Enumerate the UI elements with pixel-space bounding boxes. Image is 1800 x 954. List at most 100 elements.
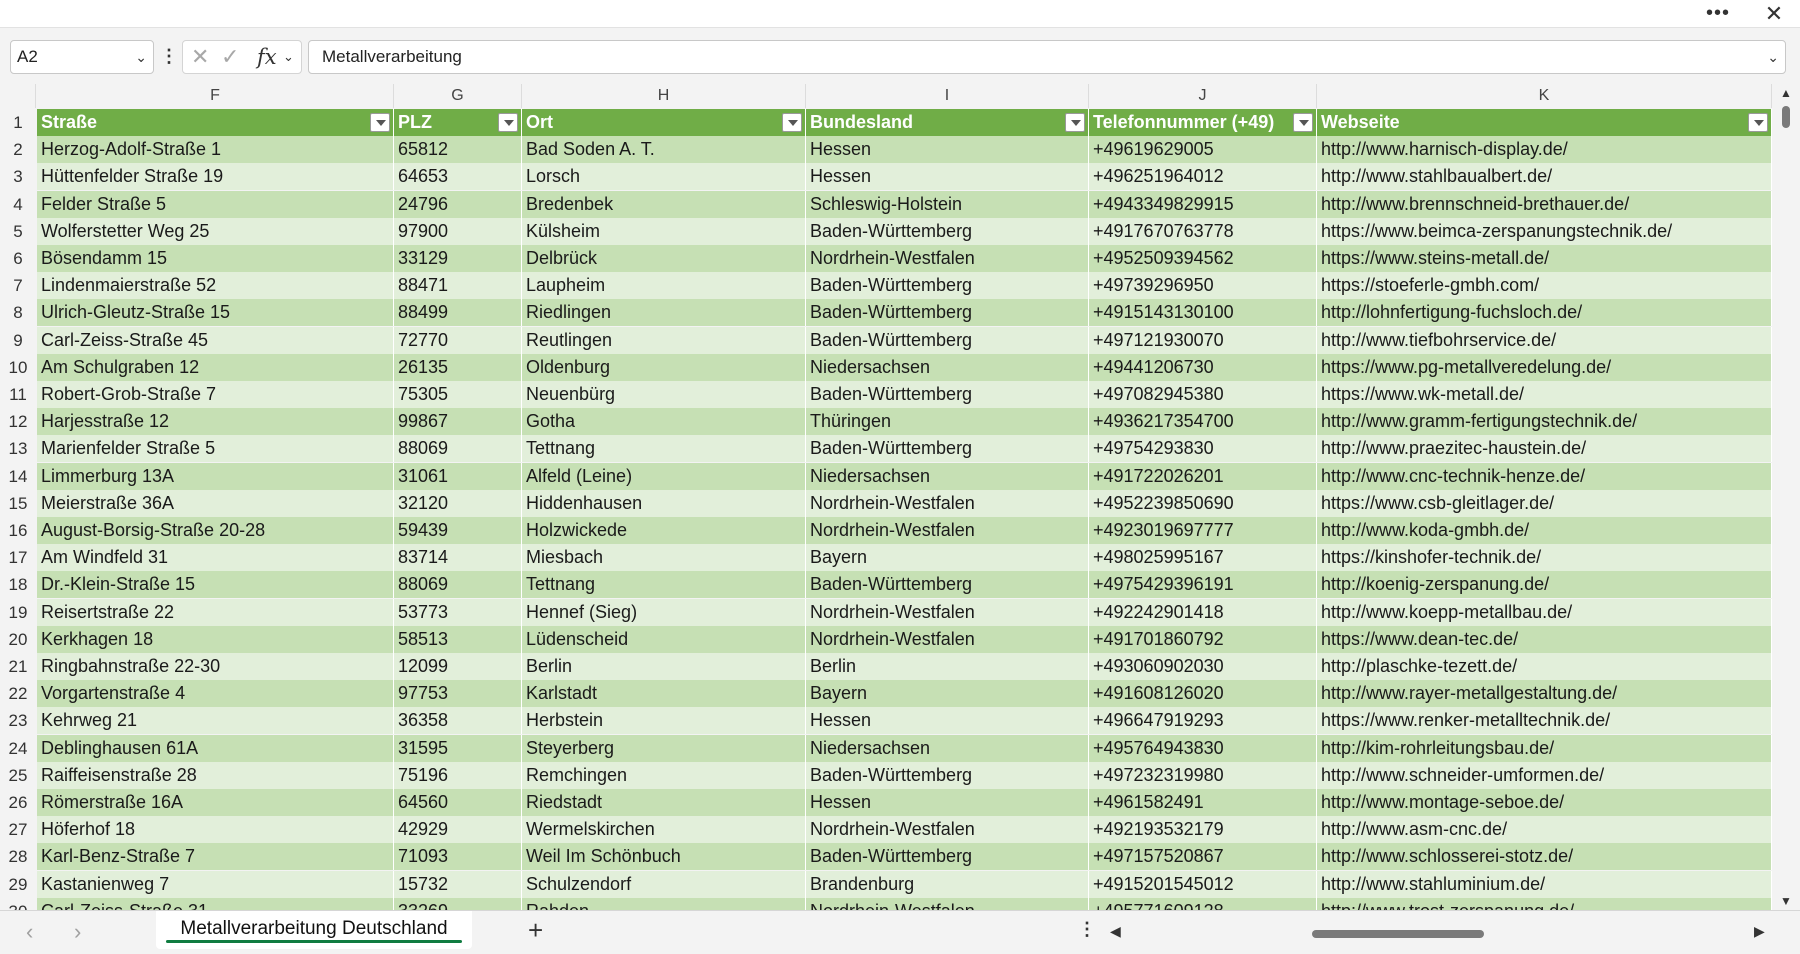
table-cell[interactable]: Nordrhein-Westfalen — [806, 816, 1089, 843]
filter-dropdown-icon[interactable] — [1293, 113, 1313, 132]
table-cell[interactable]: Deblinghausen 61A — [37, 735, 394, 762]
row-number[interactable]: 9 — [0, 327, 36, 354]
table-cell[interactable]: 97900 — [394, 218, 522, 245]
table-cell[interactable]: Nordrhein-Westfalen — [806, 490, 1089, 517]
table-cell[interactable]: Miesbach — [522, 544, 806, 571]
table-cell[interactable]: Nordrhein-Westfalen — [806, 245, 1089, 272]
chevron-down-icon[interactable]: ⌄ — [283, 41, 294, 73]
table-cell[interactable]: Lüdenscheid — [522, 626, 806, 653]
row-number[interactable]: 17 — [0, 544, 36, 571]
table-cell[interactable]: http://www.brennschneid-brethauer.de/ — [1317, 191, 1772, 218]
row-number[interactable]: 25 — [0, 762, 36, 789]
scroll-left-icon[interactable]: ◀ — [1110, 923, 1121, 940]
table-cell[interactable]: Karl-Benz-Straße 7 — [37, 843, 394, 870]
table-cell[interactable]: +4975429396191 — [1089, 571, 1317, 598]
table-cell[interactable]: +49441206730 — [1089, 354, 1317, 381]
table-cell[interactable]: Vorgartenstraße 4 — [37, 680, 394, 707]
table-cell[interactable]: https://www.wk-metall.de/ — [1317, 381, 1772, 408]
table-cell[interactable]: http://koenig-zerspanung.de/ — [1317, 571, 1772, 598]
row-number[interactable]: 19 — [0, 599, 36, 626]
column-header-i[interactable]: I — [806, 84, 1089, 108]
table-cell[interactable]: Lorsch — [522, 163, 806, 190]
table-cell[interactable]: http://kim-rohrleitungsbau.de/ — [1317, 735, 1772, 762]
table-cell[interactable]: 71093 — [394, 843, 522, 870]
table-cell[interactable]: Laupheim — [522, 272, 806, 299]
row-number[interactable]: 30 — [0, 898, 36, 910]
table-cell[interactable]: +492193532179 — [1089, 816, 1317, 843]
table-cell[interactable]: +4952509394562 — [1089, 245, 1317, 272]
table-cell[interactable]: http://www.gramm-fertigungstechnik.de/ — [1317, 408, 1772, 435]
table-cell[interactable]: https://stoeferle-gmbh.com/ — [1317, 272, 1772, 299]
horizontal-scroll-thumb[interactable] — [1312, 930, 1484, 938]
table-cell[interactable]: +496251964012 — [1089, 163, 1317, 190]
table-cell[interactable]: 64560 — [394, 789, 522, 816]
table-cell[interactable]: Schleswig-Holstein — [806, 191, 1089, 218]
row-number[interactable]: 4 — [0, 191, 36, 218]
table-cell[interactable]: https://www.renker-metalltechnik.de/ — [1317, 707, 1772, 734]
table-cell[interactable]: 75305 — [394, 381, 522, 408]
sheet-tab-active[interactable]: Metallverarbeitung Deutschland — [156, 911, 472, 949]
table-cell[interactable]: +49739296950 — [1089, 272, 1317, 299]
filter-dropdown-icon[interactable] — [1065, 113, 1085, 132]
table-cell[interactable]: Ringbahnstraße 22-30 — [37, 653, 394, 680]
table-cell[interactable]: 32120 — [394, 490, 522, 517]
close-button[interactable]: ✕ — [1748, 0, 1800, 28]
table-cell[interactable]: Baden-Württemberg — [806, 327, 1089, 354]
table-cell[interactable]: Remchingen — [522, 762, 806, 789]
row-number[interactable]: 8 — [0, 299, 36, 326]
table-cell[interactable]: http://www.asm-cnc.de/ — [1317, 816, 1772, 843]
table-cell[interactable]: 75196 — [394, 762, 522, 789]
table-cell[interactable]: Niedersachsen — [806, 463, 1089, 490]
table-cell[interactable]: +4952239850690 — [1089, 490, 1317, 517]
table-cell[interactable]: +498025995167 — [1089, 544, 1317, 571]
table-cell[interactable]: Hiddenhausen — [522, 490, 806, 517]
table-cell[interactable]: +4915201545012 — [1089, 871, 1317, 898]
vertical-scroll-thumb[interactable] — [1782, 106, 1790, 128]
table-cell[interactable]: Raiffeisenstraße 28 — [37, 762, 394, 789]
table-cell[interactable]: +4923019697777 — [1089, 517, 1317, 544]
table-cell[interactable]: August-Borsig-Straße 20-28 — [37, 517, 394, 544]
table-cell[interactable]: +491722026201 — [1089, 463, 1317, 490]
table-cell[interactable]: Delbrück — [522, 245, 806, 272]
previous-sheet-icon[interactable]: ‹ — [26, 919, 33, 945]
select-all-corner[interactable] — [0, 84, 36, 108]
row-number[interactable]: 15 — [0, 490, 36, 517]
table-cell[interactable]: Lindenmaierstraße 52 — [37, 272, 394, 299]
table-cell[interactable]: Harjesstraße 12 — [37, 408, 394, 435]
table-cell[interactable]: Wolferstetter Weg 25 — [37, 218, 394, 245]
table-cell[interactable]: +49754293830 — [1089, 435, 1317, 462]
table-cell[interactable]: Herzog-Adolf-Straße 1 — [37, 136, 394, 163]
table-cell[interactable]: Robert-Grob-Straße 7 — [37, 381, 394, 408]
insert-function-icon[interactable]: fx — [257, 41, 277, 73]
table-cell[interactable]: Nordrhein-Westfalen — [806, 517, 1089, 544]
table-cell[interactable]: Am Windfeld 31 — [37, 544, 394, 571]
table-cell[interactable]: +4943349829915 — [1089, 191, 1317, 218]
table-cell[interactable]: http://www.koda-gmbh.de/ — [1317, 517, 1772, 544]
table-cell[interactable]: Bayern — [806, 544, 1089, 571]
table-cell[interactable]: 88069 — [394, 571, 522, 598]
vertical-scrollbar[interactable]: ▲ ▼ — [1772, 84, 1800, 910]
table-cell[interactable]: Limmerburg 13A — [37, 463, 394, 490]
table-cell[interactable]: Tettnang — [522, 571, 806, 598]
table-cell[interactable]: Hennef (Sieg) — [522, 599, 806, 626]
filter-dropdown-icon[interactable] — [782, 113, 802, 132]
table-cell[interactable]: Hessen — [806, 789, 1089, 816]
table-cell[interactable]: 31061 — [394, 463, 522, 490]
table-cell[interactable]: Brandenburg — [806, 871, 1089, 898]
table-cell[interactable]: Karlstadt — [522, 680, 806, 707]
table-cell[interactable]: Gotha — [522, 408, 806, 435]
row-number[interactable]: 12 — [0, 408, 36, 435]
header-cell[interactable]: Ort — [522, 109, 806, 136]
table-cell[interactable]: 88499 — [394, 299, 522, 326]
table-cell[interactable]: Nordrhein-Westfalen — [806, 626, 1089, 653]
table-cell[interactable]: +491608126020 — [1089, 680, 1317, 707]
header-cell[interactable]: Bundesland — [806, 109, 1089, 136]
table-cell[interactable]: http://www.cnc-technik-henze.de/ — [1317, 463, 1772, 490]
table-cell[interactable]: +495764943830 — [1089, 735, 1317, 762]
table-cell[interactable]: Hessen — [806, 707, 1089, 734]
table-cell[interactable]: Baden-Württemberg — [806, 381, 1089, 408]
table-cell[interactable]: 65812 — [394, 136, 522, 163]
table-cell[interactable]: +495771609128 — [1089, 898, 1317, 910]
row-number[interactable]: 29 — [0, 871, 36, 898]
table-cell[interactable]: http://www.schlosserei-stotz.de/ — [1317, 843, 1772, 870]
